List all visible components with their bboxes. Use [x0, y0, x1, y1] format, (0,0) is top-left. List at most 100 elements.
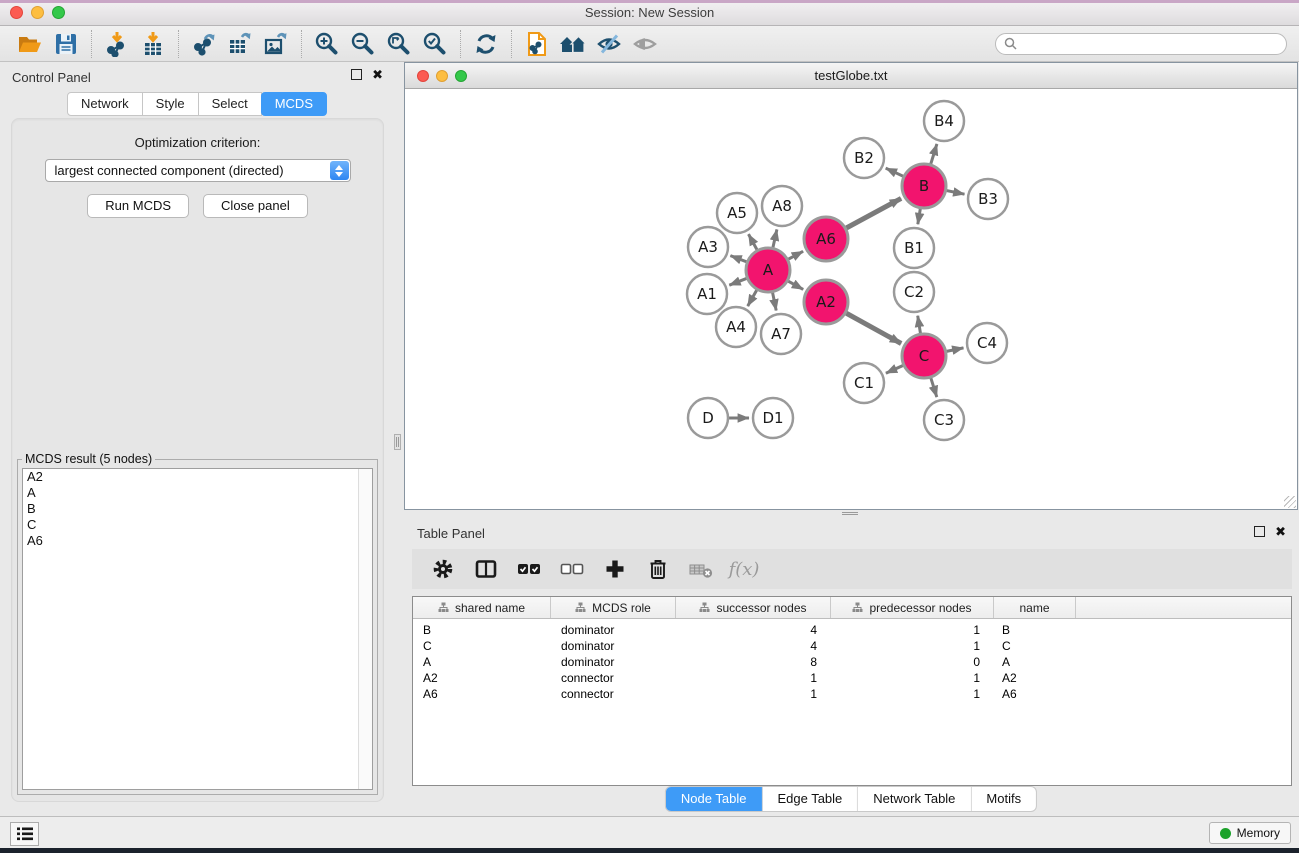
hide-selected-button[interactable] — [591, 29, 627, 59]
memory-button[interactable]: Memory — [1209, 822, 1291, 844]
open-session-button[interactable] — [12, 29, 48, 59]
table-cell[interactable]: 4 — [676, 623, 831, 637]
delete-table-button[interactable] — [688, 556, 714, 582]
network-traffic-light-zoom[interactable] — [455, 70, 467, 82]
zoom-selected-button[interactable] — [417, 29, 453, 59]
network-traffic-light-minimize[interactable] — [436, 70, 448, 82]
traffic-light-close[interactable] — [10, 6, 23, 19]
show-task-history-button[interactable] — [10, 822, 39, 846]
optimization-select[interactable]: largest connected component (directed) — [45, 159, 351, 182]
new-network-from-file-button[interactable] — [519, 29, 555, 59]
show-column-panel-button[interactable] — [473, 556, 499, 582]
table-cell[interactable]: 0 — [831, 655, 994, 669]
search-input[interactable] — [1022, 36, 1278, 52]
mcds-result-item[interactable]: A6 — [23, 533, 372, 549]
close-panel-button[interactable]: Close panel — [203, 194, 308, 218]
export-table-button[interactable] — [222, 29, 258, 59]
export-network-button[interactable] — [186, 29, 222, 59]
table-row[interactable]: A2connector11A2 — [413, 670, 1291, 686]
tab-network-table[interactable]: Network Table — [858, 787, 971, 811]
table-cell[interactable]: 1 — [831, 671, 994, 685]
table-cell[interactable]: dominator — [551, 639, 676, 653]
unselect-all-columns-button[interactable] — [559, 556, 585, 582]
close-panel-icon[interactable]: ✖ — [372, 69, 383, 80]
horizontal-splitter[interactable] — [404, 510, 1298, 519]
float-panel-icon[interactable] — [351, 69, 362, 80]
table-cell[interactable]: A — [413, 655, 551, 669]
traffic-light-minimize[interactable] — [31, 6, 44, 19]
tab-mcds[interactable]: MCDS — [261, 92, 327, 116]
network-canvas[interactable]: B4B2BB3A5A8A6B1A3AC2A1A2A4A7CC4C1DD1C3 — [405, 89, 1297, 509]
tab-node-table[interactable]: Node Table — [666, 787, 763, 811]
table-cell[interactable]: 1 — [676, 687, 831, 701]
import-network-button[interactable] — [99, 29, 135, 59]
table-cell[interactable]: 1 — [831, 687, 994, 701]
table-cell[interactable]: connector — [551, 671, 676, 685]
tab-network[interactable]: Network — [67, 92, 143, 116]
home-view-button[interactable] — [555, 29, 591, 59]
table-cell[interactable]: 4 — [676, 639, 831, 653]
table-row[interactable]: Bdominator41B — [413, 622, 1291, 638]
zoom-in-button[interactable] — [309, 29, 345, 59]
column-header-predecessor-nodes[interactable]: predecessor nodes — [831, 597, 994, 618]
column-header-successor-nodes[interactable]: successor nodes — [676, 597, 831, 618]
zoom-out-button[interactable] — [345, 29, 381, 59]
traffic-light-zoom[interactable] — [52, 6, 65, 19]
table-cell[interactable]: 1 — [831, 623, 994, 637]
table-cell[interactable]: dominator — [551, 655, 676, 669]
control-panel-title: Control Panel — [12, 70, 91, 85]
vertical-splitter[interactable] — [391, 62, 404, 816]
table-cell[interactable]: A — [994, 655, 1076, 669]
table-cell[interactable]: B — [994, 623, 1076, 637]
table-cell[interactable]: 1 — [676, 671, 831, 685]
float-panel-icon[interactable] — [1254, 526, 1265, 537]
function-builder-button[interactable]: f(x) — [731, 556, 757, 582]
node-label-A6: A6 — [816, 230, 836, 248]
mcds-result-item[interactable]: C — [23, 517, 372, 533]
select-all-columns-button[interactable] — [516, 556, 542, 582]
tab-select[interactable]: Select — [198, 92, 262, 116]
node-label-A: A — [763, 261, 774, 279]
mcds-result-item[interactable]: A — [23, 485, 372, 501]
close-panel-icon[interactable]: ✖ — [1275, 526, 1286, 537]
tab-motifs[interactable]: Motifs — [971, 787, 1036, 811]
import-table-button[interactable] — [135, 29, 171, 59]
table-row[interactable]: Adominator80A — [413, 654, 1291, 670]
run-mcds-button[interactable]: Run MCDS — [87, 194, 189, 218]
table-cell[interactable]: B — [413, 623, 551, 637]
table-cell[interactable]: A6 — [994, 687, 1076, 701]
delete-column-button[interactable] — [645, 556, 671, 582]
splitter-grip[interactable] — [842, 512, 858, 517]
column-header-name[interactable]: name — [994, 597, 1076, 618]
create-column-button[interactable] — [602, 556, 628, 582]
save-session-button[interactable] — [48, 29, 84, 59]
search-icon — [1004, 37, 1017, 50]
table-cell[interactable]: 1 — [831, 639, 994, 653]
window-resize-grip[interactable] — [1284, 496, 1296, 508]
mcds-result-item[interactable]: B — [23, 501, 372, 517]
tab-style[interactable]: Style — [142, 92, 199, 116]
table-cell[interactable]: C — [413, 639, 551, 653]
table-cell[interactable]: A2 — [413, 671, 551, 685]
mcds-result-item[interactable]: A2 — [23, 469, 372, 485]
show-all-button[interactable] — [627, 29, 663, 59]
table-options-button[interactable] — [430, 556, 456, 582]
export-image-button[interactable] — [258, 29, 294, 59]
splitter-grip[interactable] — [394, 434, 401, 450]
table-row[interactable]: Cdominator41C — [413, 638, 1291, 654]
table-row[interactable]: A6connector11A6 — [413, 686, 1291, 702]
node-label-B2: B2 — [854, 149, 874, 167]
network-traffic-light-close[interactable] — [417, 70, 429, 82]
tab-edge-table[interactable]: Edge Table — [762, 787, 858, 811]
table-cell[interactable]: A6 — [413, 687, 551, 701]
column-header-mcds-role[interactable]: MCDS role — [551, 597, 676, 618]
table-cell[interactable]: connector — [551, 687, 676, 701]
refresh-button[interactable] — [468, 29, 504, 59]
table-cell[interactable]: dominator — [551, 623, 676, 637]
table-cell[interactable]: 8 — [676, 655, 831, 669]
column-header-shared-name[interactable]: shared name — [413, 597, 551, 618]
result-scrollbar[interactable] — [358, 469, 372, 789]
zoom-fit-button[interactable] — [381, 29, 417, 59]
table-cell[interactable]: C — [994, 639, 1076, 653]
table-cell[interactable]: A2 — [994, 671, 1076, 685]
